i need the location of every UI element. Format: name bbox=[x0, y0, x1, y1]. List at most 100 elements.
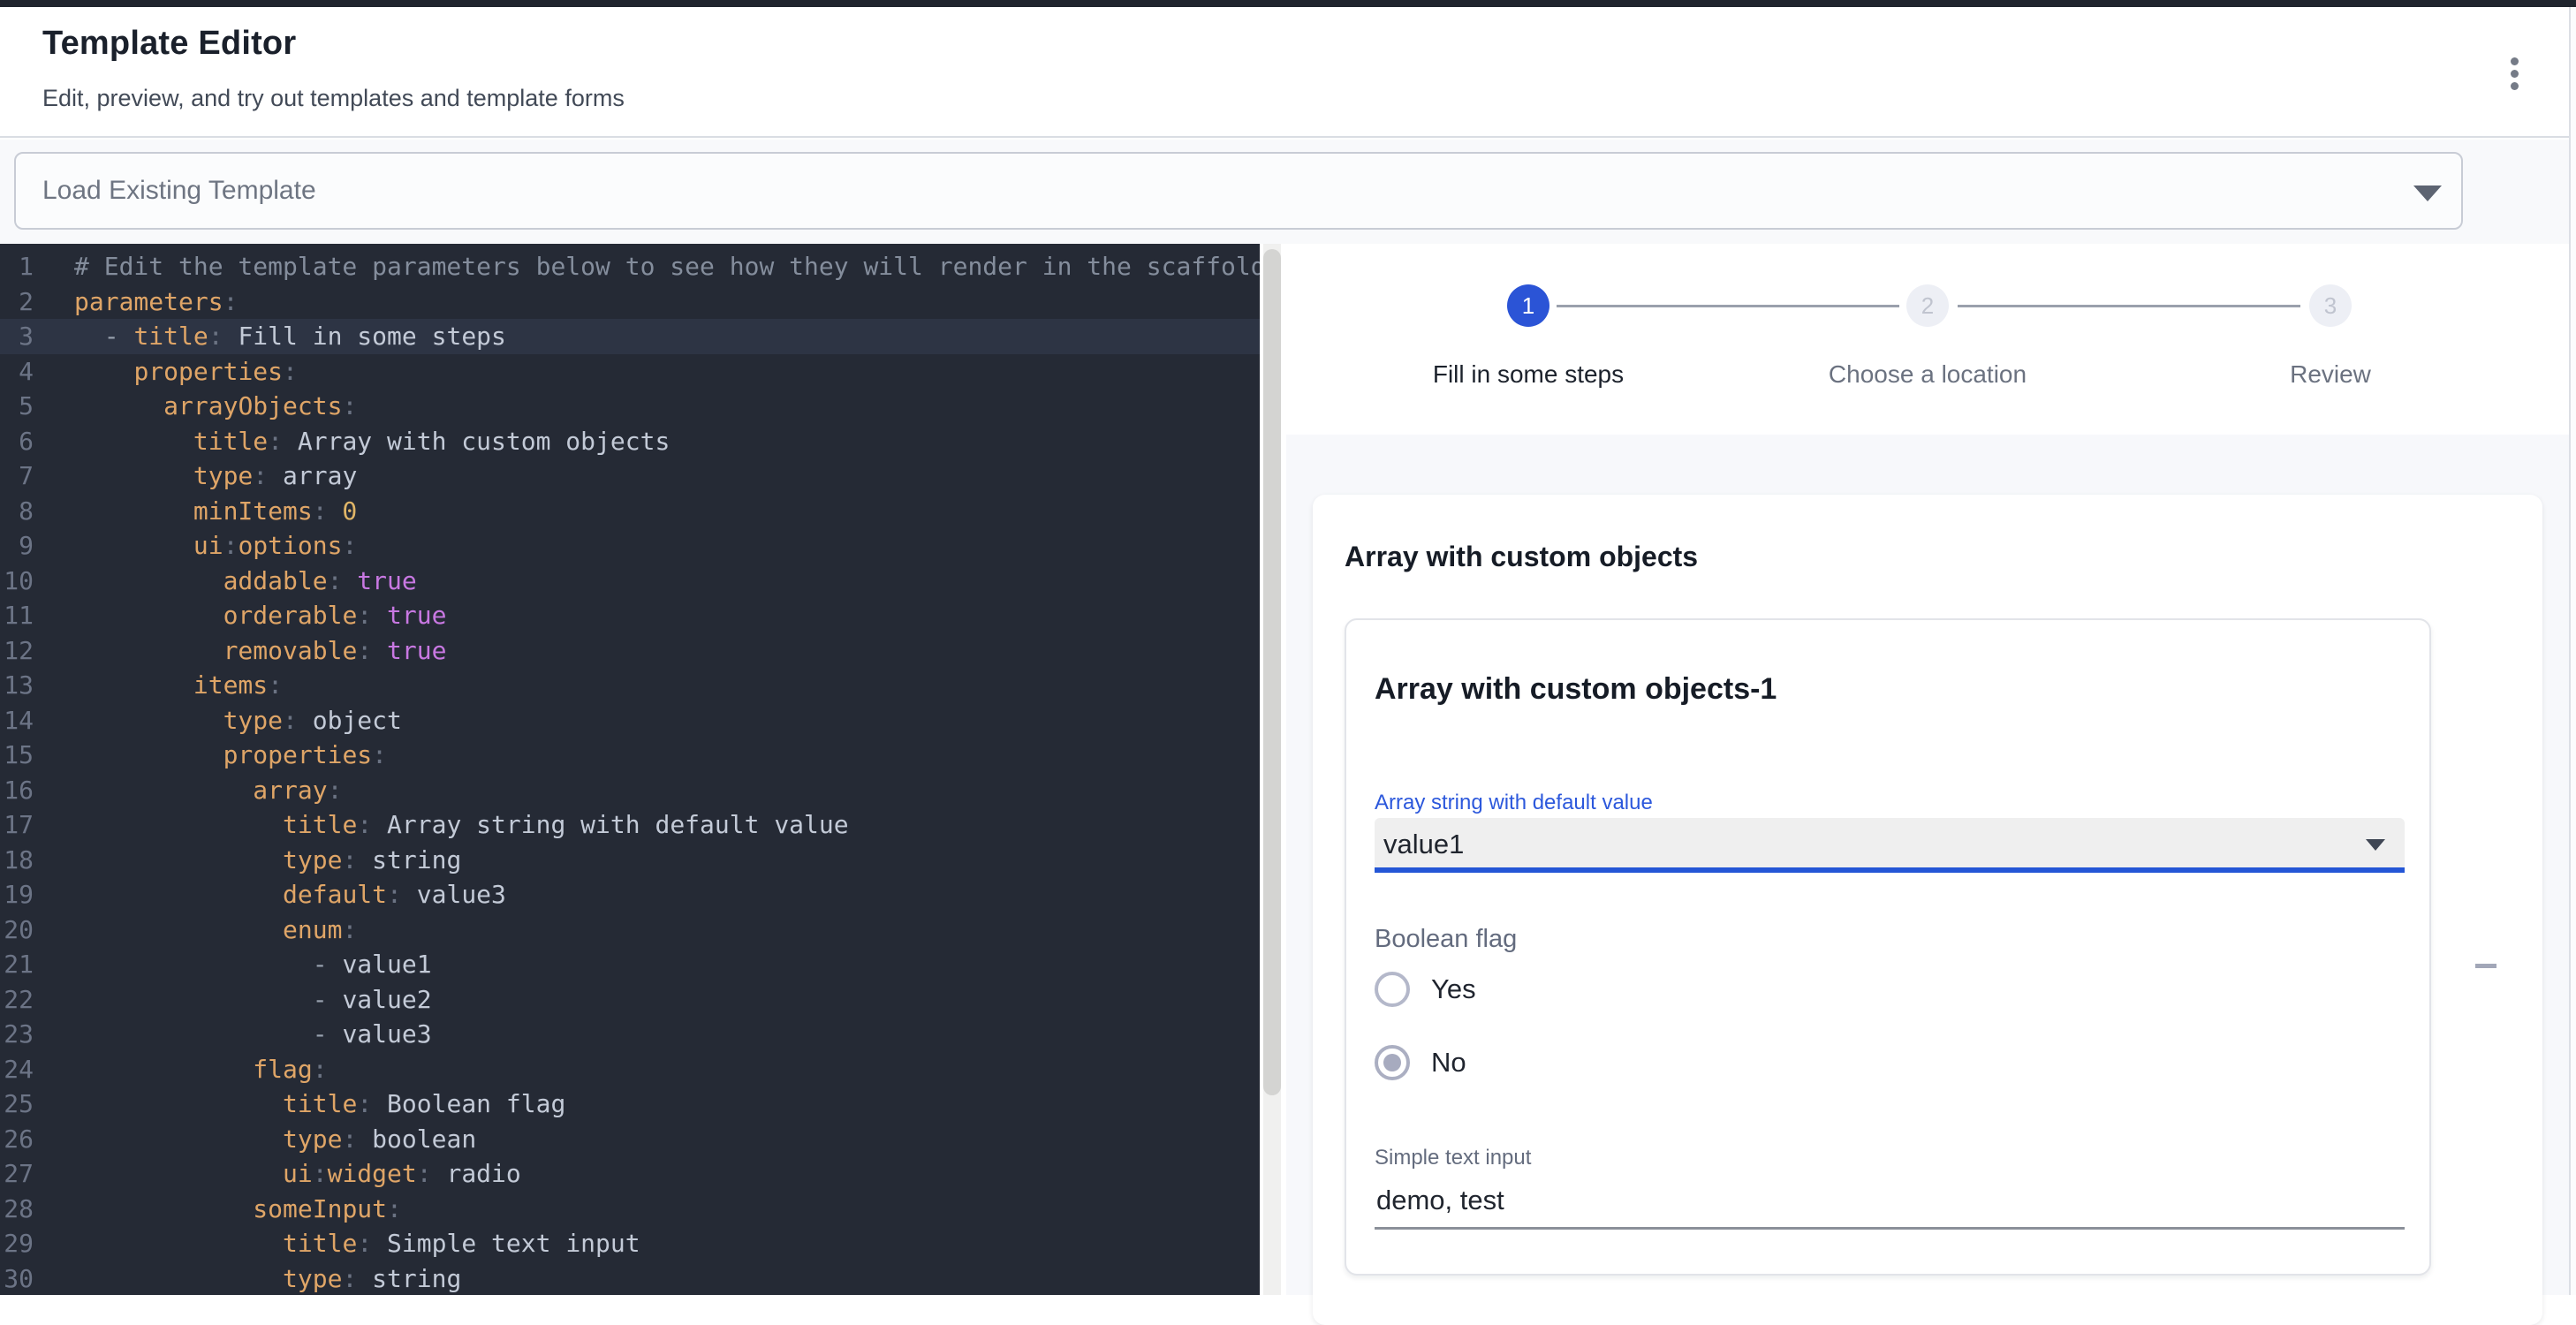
minus-icon bbox=[2475, 964, 2496, 968]
line-number: 22 bbox=[0, 982, 53, 1018]
code-line[interactable]: 2parameters: bbox=[0, 284, 1260, 320]
step-label: Choose a location bbox=[1795, 360, 2060, 389]
code-line[interactable]: 14 type: object bbox=[0, 703, 1260, 738]
line-number: 21 bbox=[0, 947, 53, 982]
code-line[interactable]: 10 addable: true bbox=[0, 564, 1260, 599]
form-preview-panel: 1 Fill in some steps 2 Choose a location… bbox=[1286, 244, 2576, 1295]
main-split: 1# Edit the template parameters below to… bbox=[0, 244, 2576, 1295]
code-line[interactable]: 22 - value2 bbox=[0, 982, 1260, 1018]
simple-text-input[interactable] bbox=[1375, 1183, 2405, 1230]
select-field-label: Array string with default value bbox=[1375, 791, 2401, 814]
array-item-card: Array with custom objects-1 Array string… bbox=[1345, 618, 2431, 1276]
line-number: 6 bbox=[0, 424, 53, 459]
radio-checked-icon bbox=[1375, 1045, 1410, 1080]
code-line[interactable]: 27 ui:widget: radio bbox=[0, 1156, 1260, 1192]
line-number: 5 bbox=[0, 389, 53, 424]
array-item-title: Array with custom objects-1 bbox=[1375, 671, 2401, 707]
code-line[interactable]: 9 ui:options: bbox=[0, 528, 1260, 564]
code-line[interactable]: 25 title: Boolean flag bbox=[0, 1086, 1260, 1122]
line-number: 25 bbox=[0, 1086, 53, 1122]
code-line[interactable]: 7 type: array bbox=[0, 458, 1260, 494]
line-number: 1 bbox=[0, 249, 53, 284]
code-line[interactable]: 21 - value1 bbox=[0, 947, 1260, 982]
code-line[interactable]: 3 - title: Fill in some steps bbox=[0, 319, 1260, 354]
line-number: 17 bbox=[0, 807, 53, 843]
editor-scrollbar bbox=[1260, 244, 1286, 1295]
code-line[interactable]: 8 minItems: 0 bbox=[0, 494, 1260, 529]
code-line[interactable]: 29 title: Simple text input bbox=[0, 1226, 1260, 1261]
editor-scrollbar-thumb[interactable] bbox=[1263, 249, 1281, 1095]
select-value: value1 bbox=[1383, 829, 1464, 860]
remove-item-button[interactable] bbox=[2465, 944, 2507, 987]
code-line[interactable]: 5 arrayObjects: bbox=[0, 389, 1260, 424]
line-number: 16 bbox=[0, 773, 53, 808]
radio-option-label: No bbox=[1431, 1047, 1466, 1079]
page-right-scroll-edge bbox=[2569, 7, 2576, 1295]
line-number: 2 bbox=[0, 284, 53, 320]
form-section-title: Array with custom objects bbox=[1345, 541, 1698, 573]
step-label: Fill in some steps bbox=[1396, 360, 1661, 389]
line-number: 23 bbox=[0, 1017, 53, 1052]
page-subtitle: Edit, preview, and try out templates and… bbox=[42, 85, 625, 112]
line-number: 12 bbox=[0, 633, 53, 669]
line-number: 7 bbox=[0, 458, 53, 494]
code-line[interactable]: 13 items: bbox=[0, 668, 1260, 703]
line-number: 4 bbox=[0, 354, 53, 390]
step-review: 3 Review bbox=[2198, 284, 2463, 389]
step-fill-in-some-steps: 1 Fill in some steps bbox=[1396, 284, 1661, 389]
page-title: Template Editor bbox=[42, 25, 296, 63]
radio-option-yes[interactable]: Yes bbox=[1375, 968, 2401, 1011]
step-number-badge: 2 bbox=[1906, 284, 1949, 327]
code-line[interactable]: 4 properties: bbox=[0, 354, 1260, 390]
page-header: Template Editor Edit, preview, and try o… bbox=[0, 7, 2576, 138]
code-line[interactable]: 18 type: string bbox=[0, 843, 1260, 878]
line-number: 3 bbox=[0, 319, 53, 354]
code-line[interactable]: 12 removable: true bbox=[0, 633, 1260, 669]
step-label: Review bbox=[2198, 360, 2463, 389]
text-field-label: Simple text input bbox=[1375, 1146, 2401, 1170]
line-number: 29 bbox=[0, 1226, 53, 1261]
chevron-down-icon[interactable] bbox=[2413, 186, 2442, 201]
code-line[interactable]: 15 properties: bbox=[0, 738, 1260, 773]
radio-option-no[interactable]: No bbox=[1375, 1041, 2401, 1084]
code-editor[interactable]: 1# Edit the template parameters below to… bbox=[0, 244, 1260, 1295]
code-line[interactable]: 19 default: value3 bbox=[0, 877, 1260, 912]
more-options-button[interactable] bbox=[2495, 51, 2534, 95]
code-line[interactable]: 1# Edit the template parameters below to… bbox=[0, 249, 1260, 284]
line-number: 13 bbox=[0, 668, 53, 703]
load-template-select[interactable] bbox=[14, 152, 2463, 230]
code-line[interactable]: 20 enum: bbox=[0, 912, 1260, 948]
array-string-select[interactable]: value1 bbox=[1375, 818, 2405, 873]
code-line[interactable]: 6 title: Array with custom objects bbox=[0, 424, 1260, 459]
kebab-vertical-icon bbox=[2511, 82, 2519, 90]
code-line[interactable]: 11 orderable: true bbox=[0, 598, 1260, 633]
code-line[interactable]: 17 title: Array string with default valu… bbox=[0, 807, 1260, 843]
line-number: 11 bbox=[0, 598, 53, 633]
chevron-down-icon bbox=[2366, 839, 2385, 851]
kebab-vertical-icon bbox=[2511, 57, 2519, 65]
radio-option-label: Yes bbox=[1431, 973, 1476, 1005]
form-section-card: Array with custom objects Array with cus… bbox=[1313, 495, 2542, 1325]
radio-group-label: Boolean flag bbox=[1375, 924, 2401, 954]
step-number-badge: 1 bbox=[1507, 284, 1549, 327]
line-number: 9 bbox=[0, 528, 53, 564]
template-loader-bar bbox=[0, 140, 2576, 244]
line-number: 30 bbox=[0, 1261, 53, 1296]
radio-icon bbox=[1375, 972, 1410, 1007]
code-line[interactable]: 16 array: bbox=[0, 773, 1260, 808]
line-number: 24 bbox=[0, 1052, 53, 1087]
code-line[interactable]: 26 type: boolean bbox=[0, 1122, 1260, 1157]
code-line[interactable]: 30 type: string bbox=[0, 1261, 1260, 1296]
kebab-vertical-icon bbox=[2511, 70, 2519, 78]
form-area: Array with custom objects Array with cus… bbox=[1286, 435, 2576, 1295]
line-number: 26 bbox=[0, 1122, 53, 1157]
code-line[interactable]: 28 someInput: bbox=[0, 1192, 1260, 1227]
code-line[interactable]: 24 flag: bbox=[0, 1052, 1260, 1087]
line-number: 20 bbox=[0, 912, 53, 948]
line-number: 28 bbox=[0, 1192, 53, 1227]
line-number: 15 bbox=[0, 738, 53, 773]
load-template-input[interactable] bbox=[42, 154, 2383, 228]
line-number: 19 bbox=[0, 877, 53, 912]
step-number-badge: 3 bbox=[2309, 284, 2352, 327]
code-line[interactable]: 23 - value3 bbox=[0, 1017, 1260, 1052]
